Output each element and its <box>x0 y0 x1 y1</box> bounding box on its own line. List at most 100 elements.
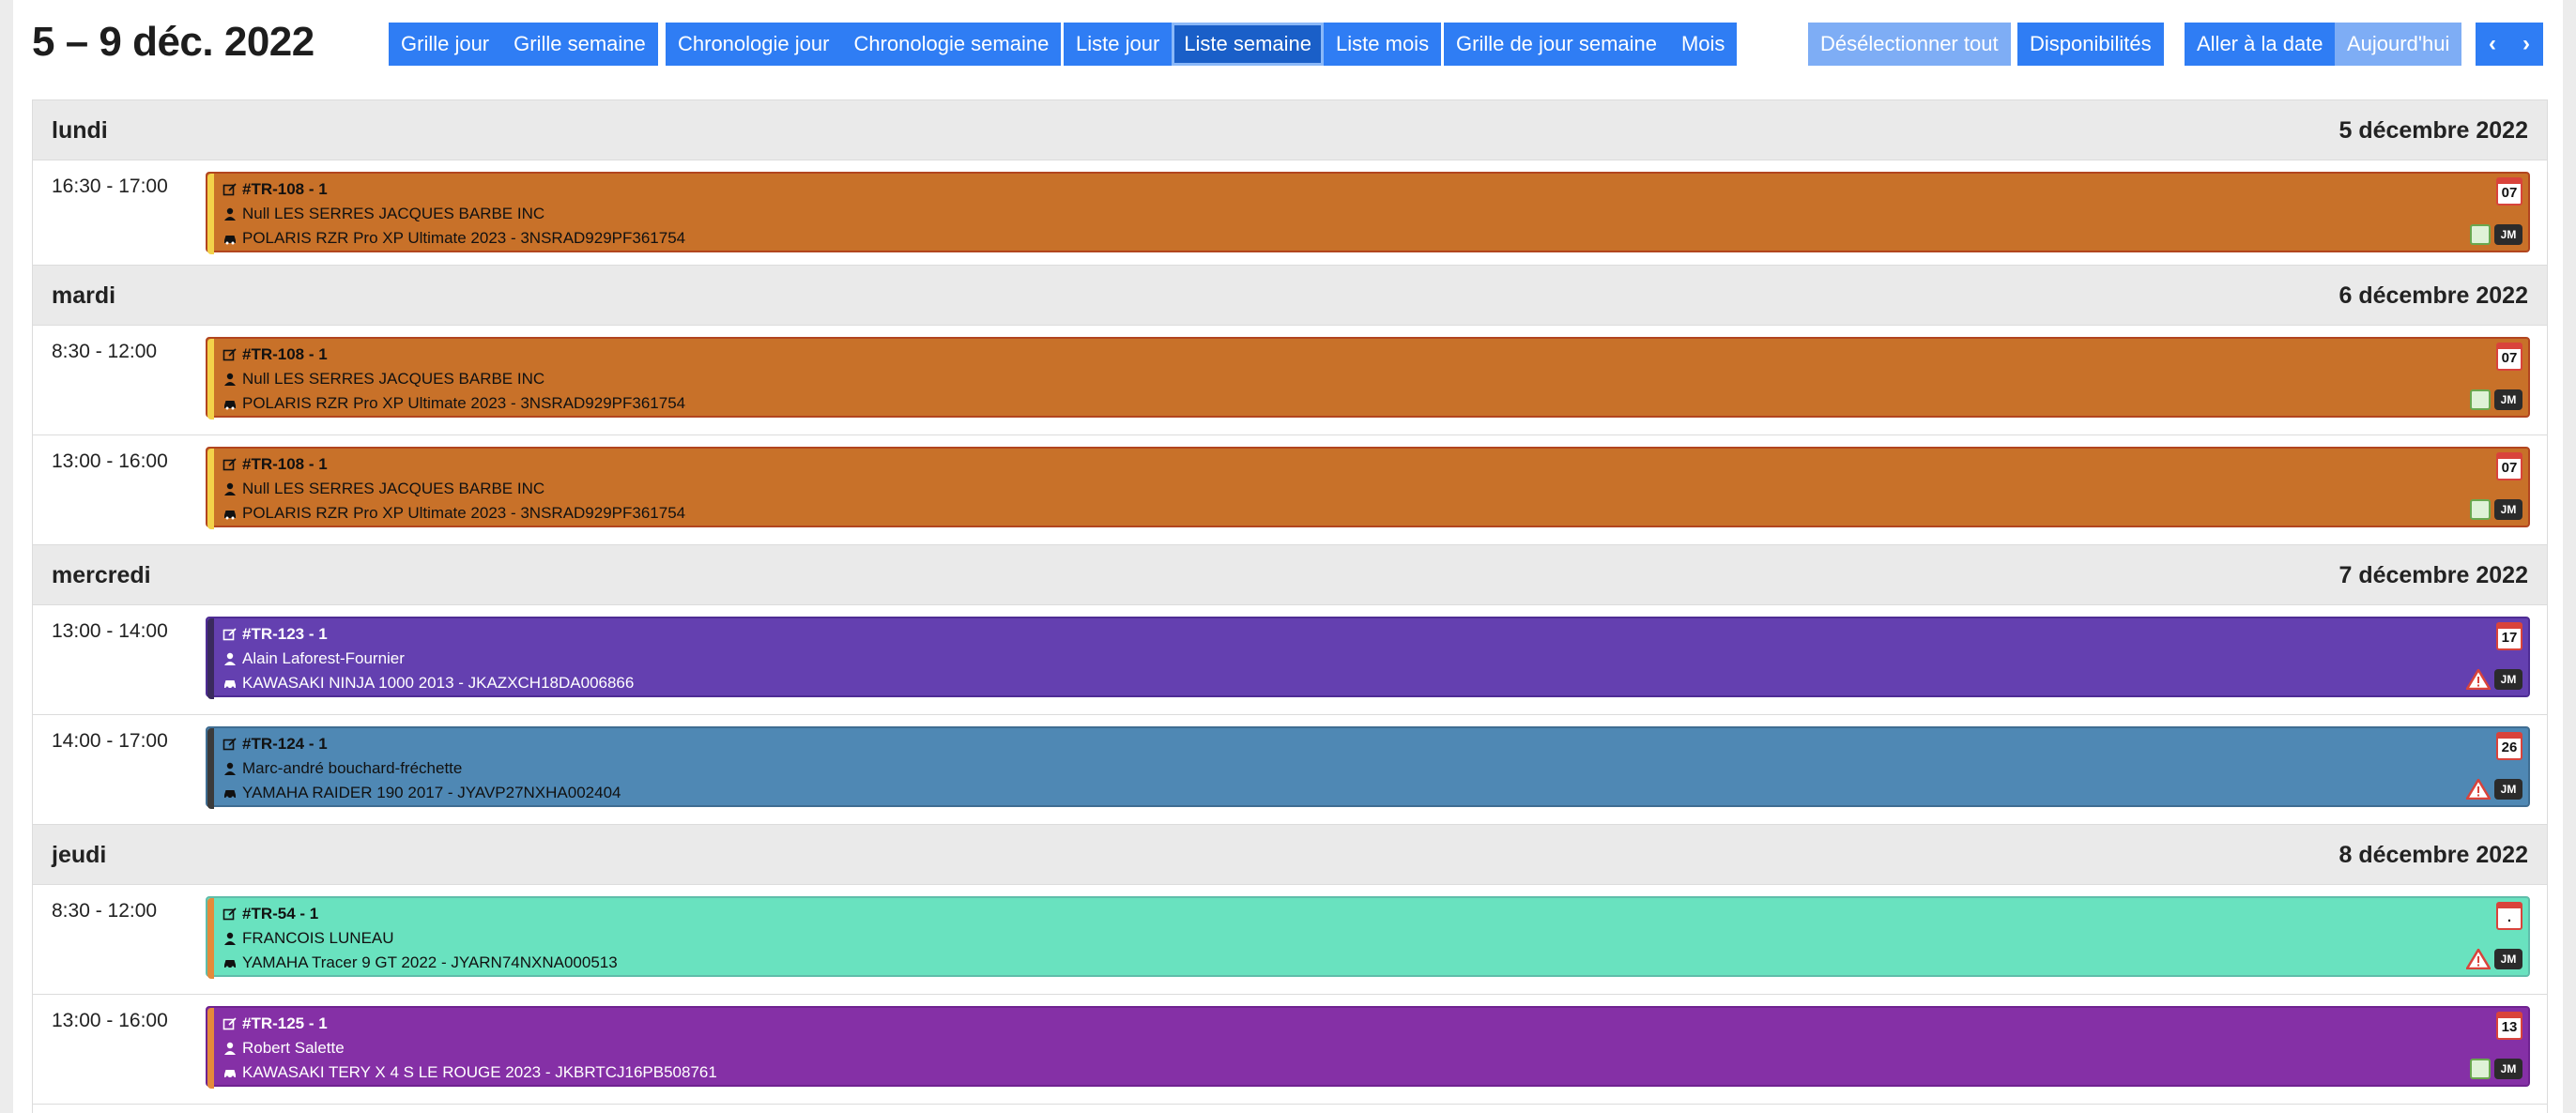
event-vehicle-line: KAWASAKI NINJA 1000 2013 - JKAZXCH18DA00… <box>222 674 634 693</box>
event-time: 8:30 - 12:00 <box>52 900 158 922</box>
event-title-line: #TR-108 - 1 <box>222 180 328 199</box>
today-button[interactable]: Aujourd'hui <box>2335 23 2462 66</box>
grid-day-button[interactable]: Grille jour <box>389 23 502 66</box>
event-color-bar <box>207 898 214 979</box>
edit-icon[interactable] <box>222 1016 238 1031</box>
event-vehicle: KAWASAKI NINJA 1000 2013 - JKAZXCH18DA00… <box>242 674 635 692</box>
car-icon <box>224 511 236 520</box>
day-date: 8 décembre 2022 <box>2338 842 2528 868</box>
day-name: lundi <box>52 117 108 144</box>
car-icon <box>224 1070 236 1079</box>
event-id[interactable]: #TR-108 - 1 <box>242 180 328 199</box>
prev-button[interactable]: ‹ <box>2476 23 2509 66</box>
event-card[interactable]: #TR-108 - 1 Null LES SERRES JACQUES BARB… <box>206 337 2530 419</box>
list-month-button[interactable]: Liste mois <box>1324 23 1442 66</box>
edit-icon[interactable] <box>222 457 238 472</box>
event-client: Marc-andré bouchard-fréchette <box>242 759 463 777</box>
technician-initials: JM <box>2494 669 2522 690</box>
checklist-icon <box>2470 224 2491 245</box>
technician-initials: JM <box>2494 1059 2522 1079</box>
event-client: FRANCOIS LUNEAU <box>242 929 394 947</box>
day-header: mercredi 7 décembre 2022 <box>33 545 2547 605</box>
event-row: 13:00 - 14:00 #TR-123 - 1 Alain Laforest… <box>33 605 2547 715</box>
calendar-page: 5 – 9 déc. 2022 Grille jour Grille semai… <box>13 0 2563 1113</box>
event-card[interactable]: #TR-123 - 1 Alain Laforest-Fournier KAWA… <box>206 617 2530 699</box>
warning-icon <box>2466 669 2491 690</box>
month-button[interactable]: Mois <box>1668 23 1738 66</box>
technician-initials: JM <box>2494 389 2522 410</box>
event-time: 16:30 - 17:00 <box>52 175 168 197</box>
event-card[interactable]: #TR-108 - 1 Null LES SERRES JACQUES BARB… <box>206 447 2530 529</box>
nav-group: ‹ › <box>2476 23 2543 66</box>
toolbar: 5 – 9 déc. 2022 Grille jour Grille semai… <box>13 0 2563 86</box>
event-client: Null LES SERRES JACQUES BARBE INC <box>242 480 545 497</box>
event-client: Null LES SERRES JACQUES BARBE INC <box>242 205 545 222</box>
event-badges: JM <box>2466 669 2522 690</box>
timeline-day-button[interactable]: Chronologie jour <box>666 23 842 66</box>
edit-icon[interactable] <box>222 347 238 362</box>
event-time: 13:00 - 16:00 <box>52 1010 168 1031</box>
event-row: 13:00 - 16:00 #TR-108 - 1 Null LES SERRE… <box>33 435 2547 545</box>
event-card[interactable]: #TR-125 - 1 Robert Salette KAWASAKI TERY… <box>206 1006 2530 1089</box>
event-card[interactable]: #TR-54 - 1 FRANCOIS LUNEAU YAMAHA Tracer… <box>206 896 2530 979</box>
event-color-bar <box>207 728 214 809</box>
goto-date-button[interactable]: Aller à la date <box>2185 23 2336 66</box>
event-id[interactable]: #TR-54 - 1 <box>242 905 318 923</box>
timeline-week-button[interactable]: Chronologie semaine <box>841 23 1062 66</box>
warning-icon <box>2466 949 2491 969</box>
edit-icon[interactable] <box>222 627 238 642</box>
day-header: lundi 5 décembre 2022 <box>33 100 2547 160</box>
calendar-day-icon: 13 <box>2496 1012 2522 1040</box>
event-vehicle-line: YAMAHA RAIDER 190 2017 - JYAVP27NXHA0024… <box>222 784 621 802</box>
event-id[interactable]: #TR-108 - 1 <box>242 345 328 364</box>
deselect-all-button[interactable]: Désélectionner tout <box>1808 23 2011 66</box>
day-date: 6 décembre 2022 <box>2338 282 2528 309</box>
grid-week-button[interactable]: Grille semaine <box>501 23 658 66</box>
day-name: jeudi <box>52 842 107 868</box>
car-icon <box>224 236 236 245</box>
goto-group: Aller à la date <box>2185 23 2336 66</box>
list-week-button[interactable]: Liste semaine <box>1172 23 1325 66</box>
event-card[interactable]: #TR-108 - 1 Null LES SERRES JACQUES BARB… <box>206 172 2530 254</box>
event-id[interactable]: #TR-125 - 1 <box>242 1014 328 1033</box>
event-id[interactable]: #TR-123 - 1 <box>242 625 328 644</box>
event-client: Null LES SERRES JACQUES BARBE INC <box>242 370 545 388</box>
edit-icon[interactable] <box>222 182 238 197</box>
event-card[interactable]: #TR-124 - 1 Marc-andré bouchard-fréchett… <box>206 726 2530 809</box>
day-grid-week-button[interactable]: Grille de jour semaine <box>1444 23 1669 66</box>
event-time: 13:00 - 16:00 <box>52 450 168 472</box>
event-id[interactable]: #TR-124 - 1 <box>242 735 328 754</box>
user-icon <box>224 373 236 386</box>
user-icon <box>224 207 236 221</box>
event-client-line: Robert Salette <box>222 1039 345 1058</box>
event-client-line: FRANCOIS LUNEAU <box>222 929 394 948</box>
next-button[interactable]: › <box>2509 23 2543 66</box>
event-row: 14:00 - 17:00 #TR-124 - 1 Marc-andré bou… <box>33 715 2547 825</box>
technician-initials: JM <box>2494 779 2522 800</box>
availability-button[interactable]: Disponibilités <box>2017 23 2164 66</box>
event-client-line: Null LES SERRES JACQUES BARBE INC <box>222 480 544 498</box>
checklist-icon <box>2470 389 2491 410</box>
calendar-day-icon: 26 <box>2496 732 2522 760</box>
event-row: 16:30 - 17:00 #TR-108 - 1 Null LES SERRE… <box>33 160 2547 266</box>
event-client-line: Alain Laforest-Fournier <box>222 649 405 668</box>
checklist-icon <box>2470 499 2491 520</box>
event-color-bar <box>207 449 214 529</box>
edit-icon[interactable] <box>222 737 238 752</box>
event-time: 13:00 - 14:00 <box>52 620 168 642</box>
edit-icon[interactable] <box>222 907 238 922</box>
list-day-button[interactable]: Liste jour <box>1064 23 1173 66</box>
today-group: Aujourd'hui <box>2335 23 2462 66</box>
event-vehicle: YAMAHA Tracer 9 GT 2022 - JYARN74NXNA000… <box>242 953 618 971</box>
list-view-group: Liste jour Liste semaine Liste mois <box>1064 23 1442 66</box>
user-icon <box>224 1042 236 1055</box>
day-name: mardi <box>52 282 116 309</box>
event-client: Alain Laforest-Fournier <box>242 649 405 667</box>
event-id[interactable]: #TR-108 - 1 <box>242 455 328 474</box>
event-title-line: #TR-108 - 1 <box>222 345 328 364</box>
event-client-line: Null LES SERRES JACQUES BARBE INC <box>222 370 544 389</box>
event-vehicle-line: POLARIS RZR Pro XP Ultimate 2023 - 3NSRA… <box>222 394 685 413</box>
event-vehicle-line: KAWASAKI TERY X 4 S LE ROUGE 2023 - JKBR… <box>222 1063 717 1082</box>
warning-icon <box>2466 779 2491 800</box>
event-title-line: #TR-108 - 1 <box>222 455 328 474</box>
